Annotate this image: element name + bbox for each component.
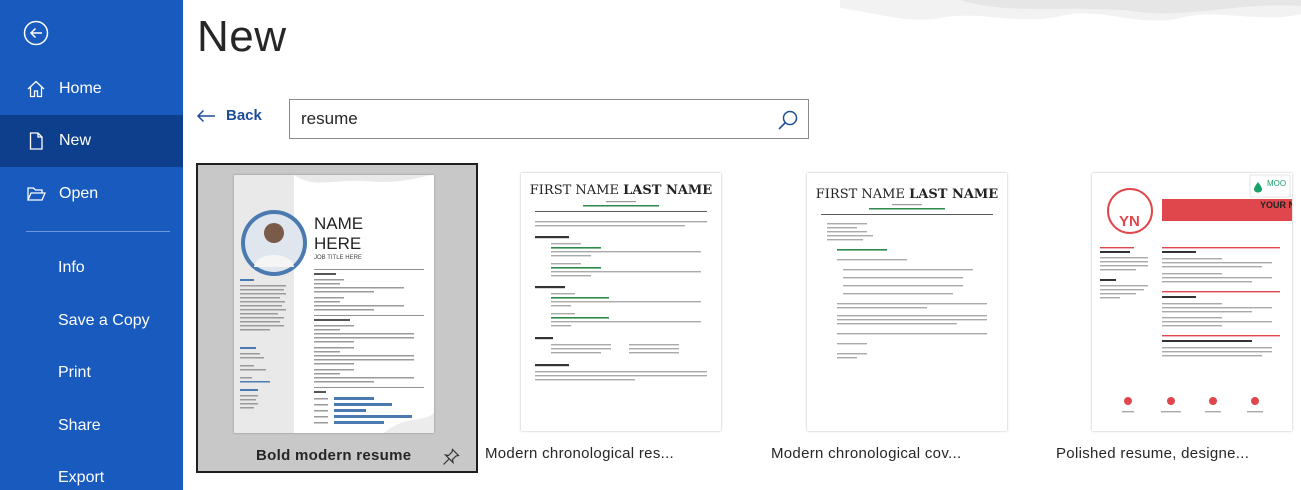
template-preview: FIRST NAME LAST NAME bbox=[807, 173, 1007, 431]
back-label: Back bbox=[226, 107, 262, 124]
preview-name-fragment: YOUR N bbox=[1260, 200, 1292, 210]
sidebar-item-open[interactable]: Open bbox=[0, 168, 183, 220]
sidebar-item-label: Open bbox=[59, 185, 99, 202]
template-card-bold-modern-resume[interactable]: NAME HERE JOB TITLE HERE Bold modern res… bbox=[196, 163, 478, 473]
preview-initials: YN bbox=[1119, 213, 1140, 230]
search-icon[interactable] bbox=[776, 108, 800, 132]
page-title: New bbox=[197, 12, 287, 61]
backstage-sidebar: Home New Open Info Save a Copy Print Sha… bbox=[0, 0, 183, 490]
pin-icon[interactable] bbox=[442, 448, 460, 466]
sidebar-item-save-a-copy[interactable]: Save a Copy bbox=[0, 295, 183, 347]
sidebar-item-info[interactable]: Info bbox=[0, 242, 183, 294]
folder-open-icon bbox=[25, 183, 47, 205]
template-label: Modern chronological cov... bbox=[771, 445, 962, 462]
header-decoration bbox=[840, 0, 1301, 21]
sidebar-item-home[interactable]: Home bbox=[0, 63, 183, 115]
template-label: Polished resume, designe... bbox=[1056, 445, 1250, 462]
back-link[interactable]: Back bbox=[196, 107, 262, 124]
arrow-left-icon bbox=[196, 109, 215, 122]
template-card-modern-chronological-resume[interactable]: FIRST NAME LAST NAME Modern chronologica… bbox=[485, 163, 767, 473]
sidebar-item-share[interactable]: Share bbox=[0, 400, 183, 452]
moo-logo: MOO bbox=[1267, 179, 1287, 188]
cover-letter-preview-graphic bbox=[821, 204, 993, 359]
template-card-polished-resume[interactable]: YN MOO YOUR N Polished resume, designe..… bbox=[1056, 163, 1301, 473]
template-preview: FIRST NAME LAST NAME bbox=[521, 173, 721, 431]
sidebar-item-label: Print bbox=[58, 364, 91, 381]
search-input[interactable] bbox=[301, 109, 761, 129]
template-label: Bold modern resume bbox=[256, 447, 412, 464]
sidebar-divider bbox=[26, 231, 170, 232]
template-preview: NAME HERE JOB TITLE HERE bbox=[234, 175, 434, 433]
preview-name-line2: HERE bbox=[314, 234, 362, 253]
template-search-box bbox=[289, 99, 809, 139]
resume-preview-graphic bbox=[535, 201, 707, 381]
sidebar-item-export[interactable]: Export bbox=[0, 452, 183, 490]
template-label: Modern chronological res... bbox=[485, 445, 675, 462]
sidebar-item-label: Save a Copy bbox=[58, 312, 150, 329]
sidebar-item-label: Home bbox=[59, 80, 102, 97]
template-card-modern-chronological-cover-letter[interactable]: FIRST NAME LAST NAME Modern chronologica… bbox=[771, 163, 1053, 473]
sidebar-item-label: New bbox=[59, 132, 92, 149]
new-document-icon bbox=[25, 130, 47, 152]
preview-name-line1: NAME bbox=[314, 214, 364, 233]
resume-preview-graphic bbox=[1100, 174, 1292, 413]
preview-job-title: JOB TITLE HERE bbox=[314, 255, 362, 261]
sidebar-item-label: Share bbox=[58, 417, 101, 434]
sidebar-item-new[interactable]: New bbox=[0, 115, 183, 167]
sidebar-item-label: Info bbox=[58, 259, 85, 276]
sidebar-item-print[interactable]: Print bbox=[0, 347, 183, 399]
word-new-backstage: Home New Open Info Save a Copy Print Sha… bbox=[0, 0, 1301, 490]
template-preview: YN MOO YOUR N bbox=[1092, 173, 1292, 431]
sidebar-item-label: Export bbox=[58, 469, 105, 486]
back-arrow-icon[interactable] bbox=[23, 20, 49, 46]
home-icon bbox=[25, 78, 47, 100]
